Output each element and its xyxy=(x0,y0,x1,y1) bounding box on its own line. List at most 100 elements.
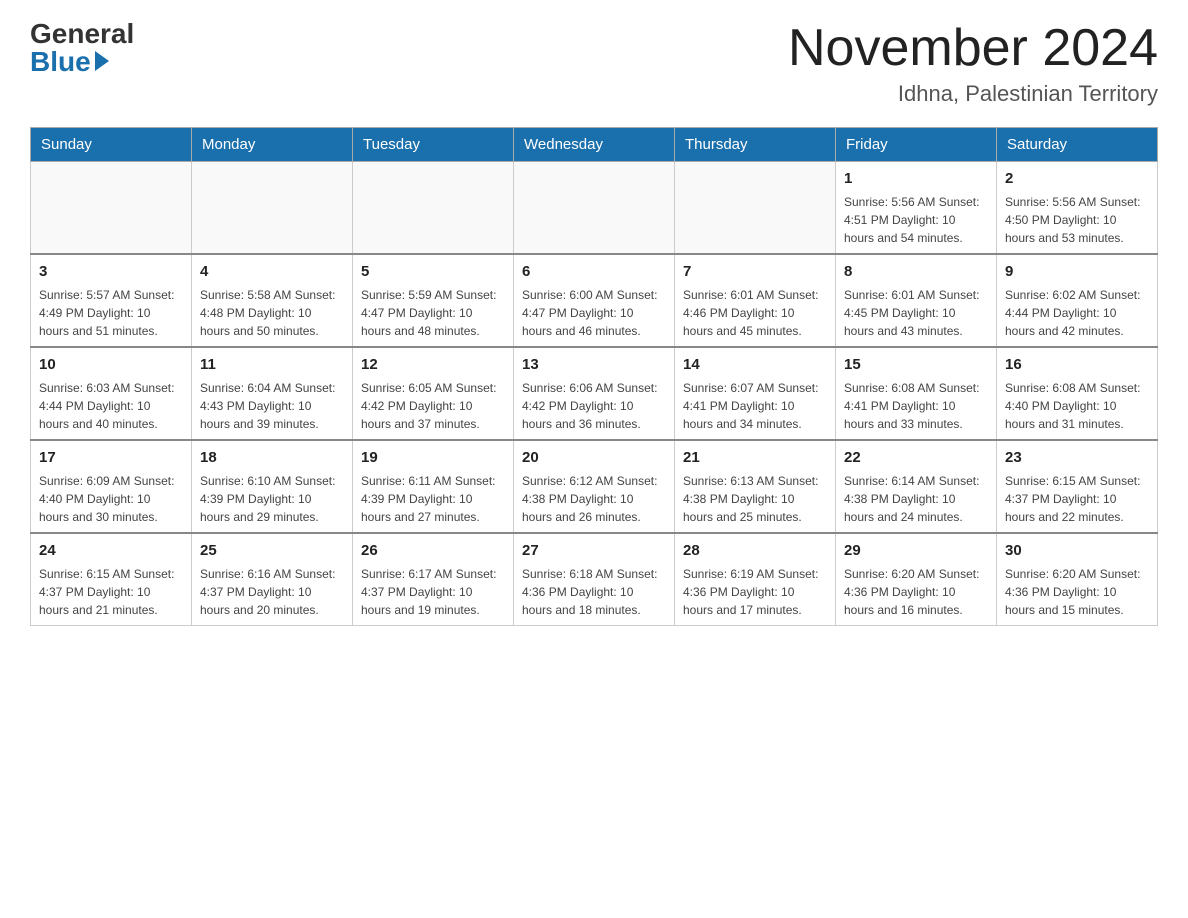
day-number: 2 xyxy=(1005,168,1149,189)
calendar-cell: 21 Sunrise: 6:13 AM Sunset: 4:38 PM Dayli… xyxy=(675,440,836,533)
day-number: 5 xyxy=(361,261,505,282)
day-number: 27 xyxy=(522,540,666,561)
location-title: Idhna, Palestinian Territory xyxy=(788,81,1158,107)
day-info: Sunrise: 6:01 AM Sunset: 4:46 PM Dayligh… xyxy=(683,286,827,340)
calendar-cell: 28 Sunrise: 6:19 AM Sunset: 4:36 PM Dayli… xyxy=(675,533,836,626)
calendar-cell xyxy=(192,162,353,255)
day-info: Sunrise: 6:11 AM Sunset: 4:39 PM Dayligh… xyxy=(361,472,505,526)
calendar-cell: 23Sunrise: 6:15 AM Sunset: 4:37 PM Dayli… xyxy=(997,440,1158,533)
day-number: 12 xyxy=(361,354,505,375)
day-info: Sunrise: 6:01 AM Sunset: 4:45 PM Dayligh… xyxy=(844,286,988,340)
logo-blue-label: Blue xyxy=(30,48,91,76)
month-title: November 2024 xyxy=(788,20,1158,77)
day-number: 16 xyxy=(1005,354,1149,375)
calendar-cell: 10Sunrise: 6:03 AM Sunset: 4:44 PM Dayli… xyxy=(31,347,192,440)
day-info: Sunrise: 6:17 AM Sunset: 4:37 PM Dayligh… xyxy=(361,565,505,619)
day-number: 22 xyxy=(844,447,988,468)
day-info: Sunrise: 6:15 AM Sunset: 4:37 PM Dayligh… xyxy=(39,565,183,619)
calendar-cell: 25 Sunrise: 6:16 AM Sunset: 4:37 PM Dayli… xyxy=(192,533,353,626)
page-header: General Blue November 2024 Idhna, Palest… xyxy=(30,20,1158,107)
calendar-cell: 2 Sunrise: 5:56 AM Sunset: 4:50 PM Daylig… xyxy=(997,162,1158,255)
day-number: 19 xyxy=(361,447,505,468)
calendar-cell xyxy=(31,162,192,255)
day-number: 8 xyxy=(844,261,988,282)
day-info: Sunrise: 5:58 AM Sunset: 4:48 PM Dayligh… xyxy=(200,286,344,340)
calendar-cell: 20 Sunrise: 6:12 AM Sunset: 4:38 PM Dayli… xyxy=(514,440,675,533)
calendar-cell: 15 Sunrise: 6:08 AM Sunset: 4:41 PM Dayli… xyxy=(836,347,997,440)
day-info: Sunrise: 6:16 AM Sunset: 4:37 PM Dayligh… xyxy=(200,565,344,619)
day-info: Sunrise: 6:06 AM Sunset: 4:42 PM Dayligh… xyxy=(522,379,666,433)
calendar-cell: 24 Sunrise: 6:15 AM Sunset: 4:37 PM Dayli… xyxy=(31,533,192,626)
day-number: 20 xyxy=(522,447,666,468)
day-info: Sunrise: 5:59 AM Sunset: 4:47 PM Dayligh… xyxy=(361,286,505,340)
day-number: 29 xyxy=(844,540,988,561)
day-number: 6 xyxy=(522,261,666,282)
calendar-cell: 26 Sunrise: 6:17 AM Sunset: 4:37 PM Dayli… xyxy=(353,533,514,626)
header-tuesday: Tuesday xyxy=(353,128,514,162)
calendar-cell: 8 Sunrise: 6:01 AM Sunset: 4:45 PM Daylig… xyxy=(836,254,997,347)
calendar-cell: 29 Sunrise: 6:20 AM Sunset: 4:36 PM Dayli… xyxy=(836,533,997,626)
title-section: November 2024 Idhna, Palestinian Territo… xyxy=(788,20,1158,107)
header-sunday: Sunday xyxy=(31,128,192,162)
day-info: Sunrise: 6:08 AM Sunset: 4:41 PM Dayligh… xyxy=(844,379,988,433)
calendar-cell xyxy=(514,162,675,255)
day-info: Sunrise: 5:56 AM Sunset: 4:51 PM Dayligh… xyxy=(844,193,988,247)
day-info: Sunrise: 5:56 AM Sunset: 4:50 PM Dayligh… xyxy=(1005,193,1149,247)
day-info: Sunrise: 6:18 AM Sunset: 4:36 PM Dayligh… xyxy=(522,565,666,619)
logo-general-text: General xyxy=(30,20,134,48)
day-info: Sunrise: 6:19 AM Sunset: 4:36 PM Dayligh… xyxy=(683,565,827,619)
header-friday: Friday xyxy=(836,128,997,162)
calendar-header-row: Sunday Monday Tuesday Wednesday Thursday… xyxy=(31,128,1158,162)
calendar-cell: 22 Sunrise: 6:14 AM Sunset: 4:38 PM Dayli… xyxy=(836,440,997,533)
day-info: Sunrise: 6:12 AM Sunset: 4:38 PM Dayligh… xyxy=(522,472,666,526)
day-number: 24 xyxy=(39,540,183,561)
calendar-cell: 13Sunrise: 6:06 AM Sunset: 4:42 PM Dayli… xyxy=(514,347,675,440)
day-number: 10 xyxy=(39,354,183,375)
calendar-cell: 3 Sunrise: 5:57 AM Sunset: 4:49 PM Daylig… xyxy=(31,254,192,347)
day-number: 28 xyxy=(683,540,827,561)
day-info: Sunrise: 6:05 AM Sunset: 4:42 PM Dayligh… xyxy=(361,379,505,433)
day-info: Sunrise: 6:14 AM Sunset: 4:38 PM Dayligh… xyxy=(844,472,988,526)
day-info: Sunrise: 6:09 AM Sunset: 4:40 PM Dayligh… xyxy=(39,472,183,526)
logo-blue-text: Blue xyxy=(30,48,109,76)
calendar-cell: 18Sunrise: 6:10 AM Sunset: 4:39 PM Dayli… xyxy=(192,440,353,533)
day-number: 15 xyxy=(844,354,988,375)
header-monday: Monday xyxy=(192,128,353,162)
week-row-3: 17 Sunrise: 6:09 AM Sunset: 4:40 PM Dayli… xyxy=(31,440,1158,533)
day-info: Sunrise: 6:20 AM Sunset: 4:36 PM Dayligh… xyxy=(1005,565,1149,619)
calendar-cell: 9Sunrise: 6:02 AM Sunset: 4:44 PM Daylig… xyxy=(997,254,1158,347)
day-number: 7 xyxy=(683,261,827,282)
calendar-cell: 30Sunrise: 6:20 AM Sunset: 4:36 PM Dayli… xyxy=(997,533,1158,626)
day-info: Sunrise: 6:07 AM Sunset: 4:41 PM Dayligh… xyxy=(683,379,827,433)
calendar-cell: 27 Sunrise: 6:18 AM Sunset: 4:36 PM Dayli… xyxy=(514,533,675,626)
day-number: 1 xyxy=(844,168,988,189)
calendar-cell: 12 Sunrise: 6:05 AM Sunset: 4:42 PM Dayli… xyxy=(353,347,514,440)
day-number: 11 xyxy=(200,354,344,375)
day-number: 3 xyxy=(39,261,183,282)
calendar-cell xyxy=(353,162,514,255)
calendar-cell: 4 Sunrise: 5:58 AM Sunset: 4:48 PM Daylig… xyxy=(192,254,353,347)
day-number: 17 xyxy=(39,447,183,468)
day-info: Sunrise: 6:00 AM Sunset: 4:47 PM Dayligh… xyxy=(522,286,666,340)
day-info: Sunrise: 5:57 AM Sunset: 4:49 PM Dayligh… xyxy=(39,286,183,340)
calendar-cell: 5 Sunrise: 5:59 AM Sunset: 4:47 PM Daylig… xyxy=(353,254,514,347)
day-info: Sunrise: 6:13 AM Sunset: 4:38 PM Dayligh… xyxy=(683,472,827,526)
day-info: Sunrise: 6:15 AM Sunset: 4:37 PM Dayligh… xyxy=(1005,472,1149,526)
day-number: 26 xyxy=(361,540,505,561)
logo: General Blue xyxy=(30,20,134,76)
calendar-cell: 11 Sunrise: 6:04 AM Sunset: 4:43 PM Dayli… xyxy=(192,347,353,440)
header-thursday: Thursday xyxy=(675,128,836,162)
calendar-cell: 7 Sunrise: 6:01 AM Sunset: 4:46 PM Daylig… xyxy=(675,254,836,347)
day-number: 18 xyxy=(200,447,344,468)
calendar-table: Sunday Monday Tuesday Wednesday Thursday… xyxy=(30,127,1158,626)
day-number: 4 xyxy=(200,261,344,282)
day-number: 21 xyxy=(683,447,827,468)
header-saturday: Saturday xyxy=(997,128,1158,162)
day-info: Sunrise: 6:04 AM Sunset: 4:43 PM Dayligh… xyxy=(200,379,344,433)
day-info: Sunrise: 6:20 AM Sunset: 4:36 PM Dayligh… xyxy=(844,565,988,619)
week-row-2: 10Sunrise: 6:03 AM Sunset: 4:44 PM Dayli… xyxy=(31,347,1158,440)
day-info: Sunrise: 6:08 AM Sunset: 4:40 PM Dayligh… xyxy=(1005,379,1149,433)
calendar-cell: 1 Sunrise: 5:56 AM Sunset: 4:51 PM Daylig… xyxy=(836,162,997,255)
week-row-0: 1 Sunrise: 5:56 AM Sunset: 4:51 PM Daylig… xyxy=(31,162,1158,255)
day-number: 25 xyxy=(200,540,344,561)
